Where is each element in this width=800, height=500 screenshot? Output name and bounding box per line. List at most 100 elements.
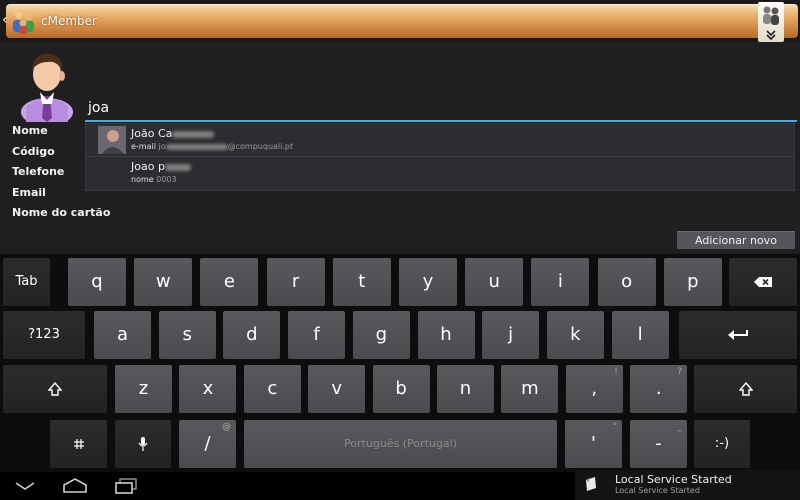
key-y[interactable]: y xyxy=(399,258,457,306)
key-x[interactable]: x xyxy=(179,365,237,413)
add-new-button[interactable]: Adicionar novo xyxy=(677,231,795,249)
user-avatar-icon[interactable] xyxy=(14,46,80,122)
key-period[interactable]: .? xyxy=(630,365,688,413)
app-logo-icon[interactable] xyxy=(10,8,36,34)
key-label: n xyxy=(459,378,472,399)
key-p[interactable]: p xyxy=(663,258,722,306)
shift-icon xyxy=(48,382,62,396)
key-smiley[interactable]: :-) xyxy=(694,420,750,468)
contact-photo xyxy=(98,126,126,154)
key-h[interactable]: h xyxy=(417,311,475,359)
key-l[interactable]: l xyxy=(611,311,669,359)
key-c[interactable]: c xyxy=(243,365,301,413)
key-dash-hint: _ xyxy=(677,422,683,432)
system-navigation-bar: Local Service Started Local Service Star… xyxy=(0,470,800,500)
key-label: c xyxy=(267,378,278,399)
key-k[interactable]: k xyxy=(546,311,604,359)
recent-apps-icon[interactable] xyxy=(114,478,138,494)
key-enter[interactable] xyxy=(679,311,797,359)
key-label: v xyxy=(331,378,343,399)
key-g[interactable]: g xyxy=(352,311,410,359)
key-label: d xyxy=(246,324,258,345)
key-slash[interactable]: / @ xyxy=(179,420,236,468)
key-n[interactable]: n xyxy=(437,365,494,413)
key-shift-left[interactable] xyxy=(3,365,107,413)
settings-sliders-icon xyxy=(73,439,84,449)
key-apostrophe-label: ' xyxy=(591,433,596,454)
key-label: u xyxy=(488,271,500,292)
suggestion-name: João Ca xyxy=(131,127,173,140)
key-label: b xyxy=(395,378,407,399)
back-icon[interactable]: ‹ xyxy=(2,12,8,28)
action-bar-background xyxy=(6,4,798,38)
suggestion-name: Joao p xyxy=(131,160,165,173)
key-shift-right[interactable] xyxy=(694,365,797,413)
app-title: cMember xyxy=(41,14,97,28)
key-numeric[interactable]: ?123 xyxy=(3,311,85,359)
overflow-menu-button[interactable] xyxy=(758,2,784,42)
key-label: t xyxy=(358,271,366,292)
key-dash-label: - xyxy=(655,433,662,454)
key-label: x xyxy=(202,378,214,399)
suggestion-item[interactable]: Joao p nome 0003 xyxy=(86,158,794,191)
key-comma[interactable]: ,! xyxy=(565,365,623,413)
key-u[interactable]: u xyxy=(465,258,524,306)
key-label: o xyxy=(621,271,633,292)
key-label: e xyxy=(223,271,235,292)
key-q[interactable]: q xyxy=(68,258,126,306)
key-label: f xyxy=(313,324,320,345)
soft-keyboard: Tab q w e r t y u i o p ?123 a s d f g h j k l z x c v b n m,!.… xyxy=(0,254,800,472)
search-input[interactable]: joa xyxy=(85,100,797,122)
key-e[interactable]: e xyxy=(200,258,259,306)
suggestion-code: 0003 xyxy=(156,175,177,184)
key-w[interactable]: w xyxy=(134,258,193,306)
key-label: q xyxy=(91,271,103,292)
suggestion-email-suffix: @compuquali.pt xyxy=(227,142,294,151)
key-space[interactable]: Português (Portugal) xyxy=(244,420,557,468)
key-apostrophe-hint: " xyxy=(612,422,617,432)
key-z[interactable]: z xyxy=(115,365,172,413)
key-tab[interactable]: Tab xyxy=(3,258,50,306)
key-hint: ! xyxy=(614,367,618,377)
key-r[interactable]: r xyxy=(266,258,325,306)
label-nome-cartao: Nome do cartão xyxy=(12,206,111,220)
key-o[interactable]: o xyxy=(597,258,656,306)
key-label: y xyxy=(422,271,434,292)
key-hint: ? xyxy=(677,367,683,377)
hide-keyboard-icon[interactable] xyxy=(14,480,36,492)
key-apostrophe[interactable]: ' " xyxy=(565,420,622,468)
notification-title: Local Service Started xyxy=(615,473,732,486)
people-menu-icon xyxy=(763,6,779,25)
key-label: m xyxy=(521,378,539,399)
home-icon[interactable] xyxy=(62,478,88,494)
key-j[interactable]: j xyxy=(482,311,540,359)
key-v[interactable]: v xyxy=(308,365,366,413)
key-t[interactable]: t xyxy=(332,258,391,306)
key-b[interactable]: b xyxy=(372,365,430,413)
key-a[interactable]: a xyxy=(94,311,151,359)
key-voice[interactable] xyxy=(115,420,171,468)
suggestion-item[interactable]: João Ca e-mail jo @compuquali.pt xyxy=(86,124,794,157)
key-d[interactable]: d xyxy=(223,311,281,359)
key-slash-hint: @ xyxy=(222,422,231,432)
shift-icon xyxy=(738,382,753,396)
key-label: , xyxy=(591,378,598,399)
key-f[interactable]: f xyxy=(288,311,346,359)
key-settings[interactable] xyxy=(50,420,107,468)
suggestion-dropdown: João Ca e-mail jo @compuquali.pt Joao p n… xyxy=(85,123,795,191)
key-label: g xyxy=(375,324,388,345)
key-label: s xyxy=(182,324,192,345)
key-i[interactable]: i xyxy=(531,258,590,306)
backspace-icon xyxy=(754,277,772,287)
action-bar: ‹ cMember xyxy=(0,0,800,42)
key-label: l xyxy=(637,324,643,345)
key-m[interactable]: m xyxy=(501,365,559,413)
key-backspace[interactable] xyxy=(729,258,797,306)
key-slash-label: / xyxy=(204,433,211,454)
key-label: p xyxy=(687,271,699,292)
notification-ticker[interactable]: Local Service Started Local Service Star… xyxy=(575,470,800,500)
member-form: Nome Código Telefone Email Nome do cartã… xyxy=(0,42,800,254)
enter-icon xyxy=(728,330,748,340)
key-s[interactable]: s xyxy=(158,311,216,359)
key-dash[interactable]: - _ xyxy=(630,420,687,468)
